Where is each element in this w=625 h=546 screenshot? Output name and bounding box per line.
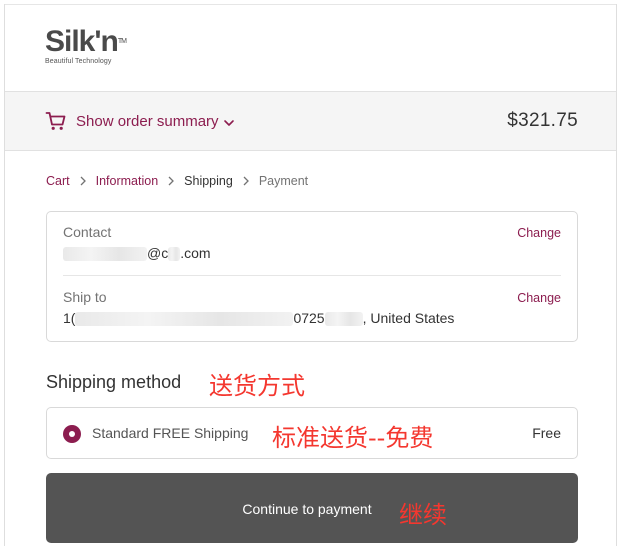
annotation-shipping-option: 标准送货--免费 <box>272 424 434 452</box>
frame-border-right <box>616 4 617 546</box>
chevron-right-icon <box>168 176 175 186</box>
change-contact-link[interactable]: Change <box>517 226 561 240</box>
shipping-option-price: Free <box>532 425 561 441</box>
redacted-text <box>168 247 181 262</box>
header: Silk'nTM Beautiful Technology <box>5 5 616 91</box>
redacted-text <box>75 312 294 327</box>
contact-value-end: .com <box>180 245 211 261</box>
contact-label: Contact <box>63 224 112 240</box>
continue-to-payment-button[interactable]: Continue to payment <box>46 473 578 543</box>
order-summary-bar: Show order summary $321.75 <box>5 91 616 151</box>
ship-to-value-end: , United States <box>362 310 455 326</box>
breadcrumb-information[interactable]: Information <box>96 174 159 188</box>
brand-logo[interactable]: Silk'nTM Beautiful Technology <box>45 25 127 66</box>
logo-trademark: TM <box>117 38 127 45</box>
ship-to-value: 1( 0725 , United States <box>63 310 561 327</box>
contact-row: Contact @c .com Change <box>63 224 561 276</box>
logo-text: Silk'n <box>45 25 119 58</box>
ship-to-label: Ship to <box>63 289 107 305</box>
ship-to-row: Ship to 1( 0725 , United States Change <box>63 289 561 331</box>
chevron-right-icon <box>80 176 86 186</box>
breadcrumb-cart[interactable]: Cart <box>46 174 70 188</box>
checkout-page: Silk'nTM Beautiful Technology Show order… <box>0 0 625 546</box>
show-order-summary-label: Show order summary <box>76 112 219 130</box>
order-total: $321.75 <box>507 110 578 131</box>
shipping-option-name: Standard FREE Shipping <box>92 425 249 441</box>
ship-to-value-mid: 0725 <box>293 310 325 326</box>
redacted-text <box>63 247 147 262</box>
show-order-summary-toggle[interactable]: Show order summary <box>45 110 235 132</box>
review-box: Contact @c .com Change Ship to 1( 0725 , Un… <box>46 211 578 342</box>
redacted-text <box>324 312 363 327</box>
shipping-method-title: Shipping method <box>46 372 182 392</box>
cart-icon <box>45 112 66 130</box>
radio-selected[interactable] <box>63 425 81 443</box>
logo-tagline: Beautiful Technology <box>45 58 112 65</box>
logo-wordmark: Silk'nTM <box>45 25 127 58</box>
ship-to-value-start: 1( <box>63 310 76 326</box>
continue-to-payment-label: Continue to payment <box>242 501 372 517</box>
change-ship-to-link[interactable]: Change <box>517 291 561 305</box>
annotation-shipping-method: 送货方式 <box>209 372 305 400</box>
contact-value-mid: @c <box>147 245 169 261</box>
breadcrumb-payment: Payment <box>258 174 309 188</box>
chevron-down-icon <box>223 119 234 126</box>
contact-value: @c .com <box>63 245 561 262</box>
chevron-right-icon <box>243 176 249 186</box>
annotation-continue: 继续 <box>399 501 447 529</box>
breadcrumb-shipping: Shipping <box>184 174 233 188</box>
breadcrumb: Cart Information Shipping Payment <box>46 174 308 188</box>
